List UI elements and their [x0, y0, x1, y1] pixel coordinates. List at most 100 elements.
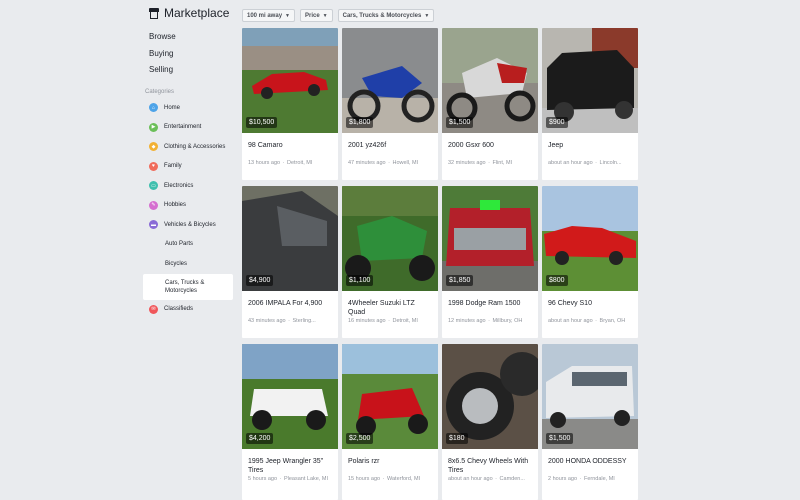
caret-down-icon: ▼	[285, 12, 290, 19]
listing-meta: 5 hours ago · Pleasant Lake, MI	[248, 476, 328, 482]
category-auto-parts[interactable]: Auto Parts	[143, 235, 233, 255]
home-icon: ⌂	[149, 103, 158, 113]
listing-meta: 2 hours ago · Ferndale, MI	[548, 476, 615, 482]
listing-meta: 13 hours ago · Detroit, MI	[248, 160, 313, 166]
category-label: Home	[164, 104, 181, 111]
category-label: Classifieds	[164, 306, 194, 313]
listing-meta: 47 minutes ago · Howell, MI	[348, 160, 419, 166]
category-filter[interactable]: Cars, Trucks & Motorcycles ▼	[337, 9, 435, 22]
entertainment-icon: ▶	[149, 122, 158, 132]
listing-photo: $1,800	[342, 28, 438, 133]
category-vehicles[interactable]: ▬ Vehicles & Bicycles	[143, 215, 233, 235]
listing-time: 43 minutes ago	[248, 318, 286, 324]
listing-card[interactable]: $10,500 98 Camaro 13 hours ago · Detroit…	[242, 28, 338, 180]
listing-meta: 12 minutes ago · Millbury, OH	[448, 318, 523, 324]
listing-location: Waterford, MI	[387, 476, 421, 482]
category-cars-trucks-motorcycles[interactable]: Cars, Trucks & Motorcycles	[143, 273, 233, 300]
listing-time: 15 hours ago	[348, 476, 381, 482]
storefront-icon	[149, 7, 159, 19]
price-filter[interactable]: Price ▼	[299, 9, 333, 22]
hobbies-icon: ✎	[149, 200, 158, 210]
listing-card[interactable]: $4,900 2006 IMPALA For 4,900 43 minutes …	[242, 186, 338, 338]
listing-location: Flint, MI	[492, 160, 513, 166]
category-hobbies[interactable]: ✎ Hobbies	[143, 196, 233, 216]
nav-buying[interactable]: Buying	[149, 48, 176, 65]
filter-label: Cars, Trucks & Motorcycles	[342, 12, 422, 19]
listing-location: Sterling...	[292, 318, 316, 324]
category-label: Vehicles & Bicycles	[164, 221, 216, 228]
listing-card[interactable]: $2,500 Polaris rzr 15 hours ago · Waterf…	[342, 344, 438, 500]
listing-card[interactable]: $1,850 1998 Dodge Ram 1500 12 minutes ag…	[442, 186, 538, 338]
listing-time: 32 minutes ago	[448, 160, 486, 166]
filter-label: Price	[304, 12, 320, 19]
listing-location: Millbury, OH	[492, 318, 523, 324]
marketplace-header[interactable]: Marketplace	[149, 6, 229, 20]
category-entertainment[interactable]: ▶ Entertainment	[143, 118, 233, 138]
category-label: Clothing & Accessories	[164, 143, 226, 150]
listing-photo: $2,500	[342, 344, 438, 449]
category-electronics[interactable]: ▭ Electronics	[143, 176, 233, 196]
listing-time: 47 minutes ago	[348, 160, 386, 166]
listing-photo: $800	[542, 186, 638, 291]
listing-price: $2,500	[346, 433, 374, 444]
listing-price: $4,900	[246, 275, 274, 286]
main-nav: Browse Buying Selling	[149, 31, 176, 81]
listing-title: 4Wheeler Suzuki LTZ Quad	[348, 300, 415, 316]
listing-location: Detroit, MI	[287, 160, 313, 166]
listing-location: Detroit, MI	[392, 318, 418, 324]
listing-location: Howell, MI	[392, 160, 419, 166]
listing-time: 5 hours ago	[248, 476, 278, 482]
listing-photo: $10,500	[242, 28, 338, 133]
listing-photo: $1,850	[442, 186, 538, 291]
listing-meta: 32 minutes ago · Flint, MI	[448, 160, 513, 166]
listing-title: 2006 IMPALA For 4,900	[248, 300, 323, 307]
listing-card[interactable]: $900 Jeep about an hour ago · Lincoln...	[542, 28, 638, 180]
listing-photo: $180	[442, 344, 538, 449]
listing-time: 13 hours ago	[248, 160, 281, 166]
listing-card[interactable]: $4,200 1995 Jeep Wrangler 35" Tires 5 ho…	[242, 344, 338, 500]
listing-meta: about an hour ago · Lincoln...	[548, 160, 622, 166]
listing-time: 12 minutes ago	[448, 318, 486, 324]
category-label: Electronics	[164, 182, 194, 189]
listing-title: Jeep	[548, 142, 564, 149]
listing-card[interactable]: $800 96 Chevy S10 about an hour ago · Br…	[542, 186, 638, 338]
category-bicycles[interactable]: Bicycles	[143, 254, 233, 274]
listing-location: Ferndale, MI	[583, 476, 615, 482]
listing-price: $4,200	[246, 433, 274, 444]
listing-location: Camden...	[499, 476, 525, 482]
brand-title: Marketplace	[164, 6, 230, 20]
listing-title: 2000 Gsxr 600	[448, 142, 494, 149]
listing-time: about an hour ago	[448, 476, 493, 482]
category-clothing[interactable]: ◆ Clothing & Accessories	[143, 137, 233, 157]
listing-title: 1995 Jeep Wrangler 35" Tires	[248, 458, 324, 474]
category-classifieds[interactable]: ✉ Classifieds	[143, 300, 233, 320]
listing-photo: $1,500	[442, 28, 538, 133]
distance-filter[interactable]: 100 mi away ▼	[242, 9, 295, 22]
listing-title: 1998 Dodge Ram 1500	[448, 300, 521, 307]
listing-meta: 43 minutes ago · Sterling...	[248, 318, 316, 324]
nav-selling[interactable]: Selling	[149, 64, 176, 81]
listing-price: $900	[546, 117, 568, 128]
listing-time: about an hour ago	[548, 318, 593, 324]
listing-card[interactable]: $180 8x6.5 Chevy Wheels With Tires about…	[442, 344, 538, 500]
category-family[interactable]: ♥ Family	[143, 157, 233, 177]
listing-title: 96 Chevy S10	[548, 300, 592, 307]
listing-card[interactable]: $1,500 2000 HONDA ODDESSY 2 hours ago · …	[542, 344, 638, 500]
listing-price: $1,500	[546, 433, 574, 444]
listing-photo: $900	[542, 28, 638, 133]
category-label: Entertainment	[164, 124, 202, 131]
category-home[interactable]: ⌂ Home	[143, 98, 233, 118]
listing-card[interactable]: $1,100 4Wheeler Suzuki LTZ Quad 16 minut…	[342, 186, 438, 338]
listing-title: Polaris rzr	[348, 458, 380, 465]
listing-location: Bryan, OH	[599, 318, 626, 324]
listing-card[interactable]: $1,800 2001 yz426f 47 minutes ago · Howe…	[342, 28, 438, 180]
nav-browse[interactable]: Browse	[149, 31, 176, 48]
listing-meta: about an hour ago · Bryan, OH	[548, 318, 626, 324]
listing-card[interactable]: $1,500 2000 Gsxr 600 32 minutes ago · Fl…	[442, 28, 538, 180]
category-label: Family	[164, 163, 182, 170]
listing-location: Pleasant Lake, MI	[283, 476, 328, 482]
categories-heading: Categories	[145, 89, 175, 95]
listing-price: $10,500	[246, 117, 278, 128]
listing-title: 2000 HONDA ODDESSY	[548, 458, 627, 465]
category-label: Auto Parts	[165, 241, 194, 248]
